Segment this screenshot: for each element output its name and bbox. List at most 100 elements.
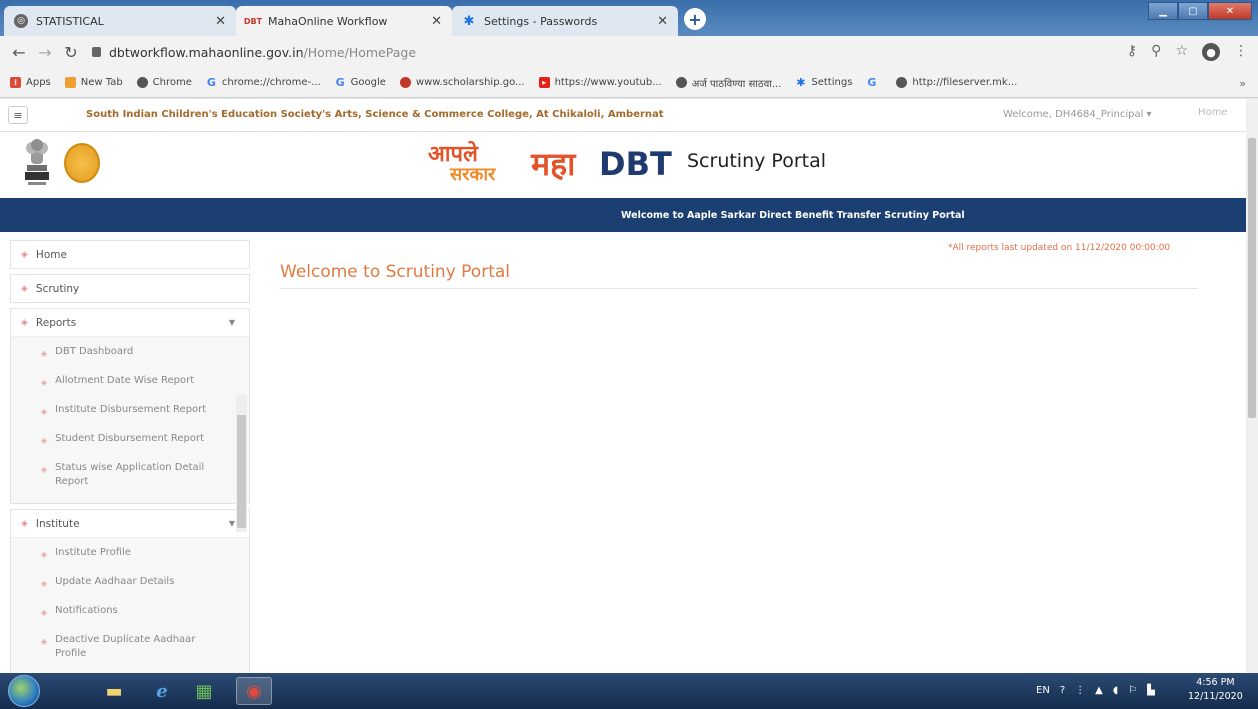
- sidebar-scrollbar-thumb[interactable]: [237, 415, 246, 528]
- mahadbt-logo-dbt: DBT: [599, 145, 672, 183]
- bookmark-settings[interactable]: ✱ Settings: [795, 76, 852, 89]
- internet-explorer-icon[interactable]: e: [144, 677, 180, 705]
- home-link[interactable]: Home: [1198, 107, 1228, 118]
- url-field[interactable]: dbtworkflow.mahaonline.gov.in/Home/HomeP…: [92, 45, 416, 60]
- eye-bullet-icon: ◈: [41, 465, 48, 474]
- eye-bullet-icon: ◈: [21, 518, 28, 529]
- tab-statistical[interactable]: ◎ STATISTICAL ✕: [4, 6, 236, 36]
- start-button[interactable]: [8, 675, 40, 707]
- sidebar-subitem-label: Notifications: [55, 605, 118, 616]
- bookmark-label: Apps: [26, 77, 51, 88]
- network-icon[interactable]: ⋮: [1075, 685, 1085, 696]
- bookmark-google-2[interactable]: G: [866, 76, 882, 89]
- clock[interactable]: 4:56 PM 12/11/2020: [1188, 676, 1243, 704]
- bookmark-apps[interactable]: ⁞ Apps: [10, 77, 51, 88]
- file-explorer-icon[interactable]: ▬: [96, 677, 132, 705]
- sidebar-subitem-institute-disbursement-report[interactable]: ◈ Institute Disbursement Report: [11, 395, 249, 424]
- bookmark-new-tab[interactable]: New Tab: [64, 77, 123, 88]
- bookmark-chrome[interactable]: Chrome: [136, 77, 192, 88]
- close-icon[interactable]: ✕: [657, 14, 668, 29]
- bookmark-label: www.scholarship.go...: [415, 77, 525, 88]
- eye-bullet-icon: ◈: [21, 317, 28, 328]
- bookmark-label: chrome://chrome-...: [221, 77, 321, 88]
- bookmark-youtube[interactable]: ▸ https://www.youtub...: [538, 77, 662, 88]
- help-icon[interactable]: ?: [1060, 685, 1065, 696]
- sidebar-subitem-label: Student Disbursement Report: [55, 433, 205, 444]
- menu-dots-icon[interactable]: ⋮: [1234, 43, 1248, 61]
- sidebar-group-header[interactable]: ◈ Institute ▼: [11, 510, 249, 537]
- eye-bullet-icon: ◈: [41, 378, 48, 387]
- top-strip: ≡ South Indian Children's Education Soci…: [0, 99, 1246, 132]
- zoom-icon[interactable]: ⚲: [1151, 43, 1161, 61]
- tab-mahaonline-workflow[interactable]: DBT MahaOnline Workflow ✕: [236, 6, 452, 36]
- sidebar-subitem-status-wise-report[interactable]: ◈ Status wise Application Detail Report: [11, 453, 249, 503]
- page-viewport: ≡ South Indian Children's Education Soci…: [0, 99, 1246, 673]
- new-tab-button[interactable]: +: [684, 8, 706, 30]
- bookmark-marathi[interactable]: अर्ज पाठविण्या साठवा...: [675, 76, 781, 90]
- sidebar-subitem-label: Status wise Application Detail Report: [55, 462, 205, 487]
- sidebar-subitem-label: Update Aadhaar Details: [55, 576, 175, 587]
- sidebar-group-institute: ◈ Institute ▼ ◈ Institute Profile ◈ Update A…: [10, 509, 250, 673]
- forward-icon[interactable]: →: [32, 43, 58, 62]
- sidebar-nav: ◈ Home ◈ Scrutiny ◈ Reports ▼ ◈ DBT Dashboard…: [10, 240, 250, 673]
- bookmark-chrome-url[interactable]: Gchrome://chrome-...: [206, 76, 321, 89]
- volume-icon[interactable]: ◖: [1113, 685, 1118, 696]
- bookmark-label: http://fileserver.mk...: [912, 77, 1018, 88]
- bookmark-label: New Tab: [80, 77, 123, 88]
- google-g-icon: G: [867, 76, 877, 89]
- tab-title: STATISTICAL: [36, 14, 104, 28]
- bookmark-label: Chrome: [152, 77, 192, 88]
- chevron-down-icon: ▼: [228, 519, 235, 528]
- browser-tab-bar: ◎ STATISTICAL ✕ DBT MahaOnline Workflow …: [0, 0, 1258, 36]
- sidebar-subitem-label: DBT Dashboard: [55, 346, 134, 357]
- bookmark-label: Google: [350, 77, 386, 88]
- sidebar-subitem-student-disbursement-report[interactable]: ◈ Student Disbursement Report: [11, 424, 249, 453]
- bookmark-google[interactable]: G Google: [335, 76, 386, 89]
- key-icon[interactable]: ⚷: [1127, 43, 1137, 61]
- star-icon[interactable]: ☆: [1175, 43, 1188, 61]
- close-icon[interactable]: ✕: [431, 14, 442, 29]
- gear-icon: ✱: [796, 76, 806, 89]
- sidebar-subitem-institute-profile[interactable]: ◈ Institute Profile: [11, 538, 249, 567]
- sidebar-subitem-allotment-date-wise-report[interactable]: ◈ Allotment Date Wise Report: [11, 366, 249, 395]
- action-center-icon[interactable]: ⚐: [1128, 685, 1137, 696]
- sidebar-subitem-deactive-duplicate-aadhaar[interactable]: ◈ Deactive Duplicate Aadhaar Profile: [11, 625, 249, 673]
- hamburger-menu-icon[interactable]: ≡: [8, 106, 28, 124]
- sidebar-item-scrutiny[interactable]: ◈ Scrutiny: [10, 274, 250, 303]
- show-hidden-icons-icon[interactable]: ▲: [1095, 685, 1103, 696]
- bookmark-scholarship[interactable]: www.scholarship.go...: [399, 77, 525, 88]
- college-name: South Indian Children's Education Societ…: [86, 109, 664, 120]
- maximize-icon[interactable]: ▢: [1178, 2, 1208, 20]
- scholarship-icon: [399, 77, 411, 88]
- profile-icon[interactable]: ●: [1202, 43, 1220, 61]
- chrome-icon[interactable]: ◉: [236, 677, 272, 705]
- eye-bullet-icon: ◈: [41, 407, 48, 416]
- tab-settings-passwords[interactable]: ✱ Settings - Passwords ✕: [452, 6, 678, 36]
- sidebar-item-home[interactable]: ◈ Home: [10, 240, 250, 269]
- reload-icon[interactable]: ↻: [58, 43, 84, 62]
- sidebar-group-header[interactable]: ◈ Reports ▼: [11, 309, 249, 336]
- minimize-icon[interactable]: ▁: [1148, 2, 1178, 20]
- sidebar-subitem-label: Allotment Date Wise Report: [55, 375, 195, 386]
- state-emblem-icon: [25, 139, 49, 185]
- page-title: Welcome to Scrutiny Portal: [280, 262, 511, 282]
- page-scrollbar-thumb[interactable]: [1248, 138, 1256, 418]
- close-window-icon[interactable]: ✕: [1208, 2, 1252, 20]
- sidebar-subitem-update-aadhaar-details[interactable]: ◈ Update Aadhaar Details: [11, 567, 249, 596]
- bookmark-fileserver[interactable]: http://fileserver.mk...: [896, 77, 1017, 88]
- excel-icon[interactable]: ▦: [186, 677, 222, 705]
- back-icon[interactable]: ←: [6, 43, 32, 62]
- windows-taskbar: ▬ e ▦ ◉ EN ? ⋮ ▲ ◖ ⚐ ▙ 4:56 PM 12/11/202…: [0, 673, 1258, 709]
- bookmarks-overflow-icon[interactable]: »: [1239, 77, 1246, 90]
- user-menu[interactable]: Welcome, DH4684_Principal ▾: [1003, 109, 1152, 120]
- youtube-icon: ▸: [538, 77, 550, 88]
- close-icon[interactable]: ✕: [215, 14, 226, 29]
- reports-updated-note: *All reports last updated on 11/12/2020 …: [948, 243, 1171, 253]
- google-g-icon: G: [206, 76, 216, 89]
- sidebar-subitem-notifications[interactable]: ◈ Notifications: [11, 596, 249, 625]
- flag-icon[interactable]: ▙: [1147, 685, 1155, 696]
- portal-title: Scrutiny Portal: [687, 150, 827, 172]
- sidebar-subitem-dbt-dashboard[interactable]: ◈ DBT Dashboard: [11, 337, 249, 366]
- language-indicator[interactable]: EN: [1036, 685, 1050, 696]
- dbt-favicon-icon: DBT: [243, 16, 263, 26]
